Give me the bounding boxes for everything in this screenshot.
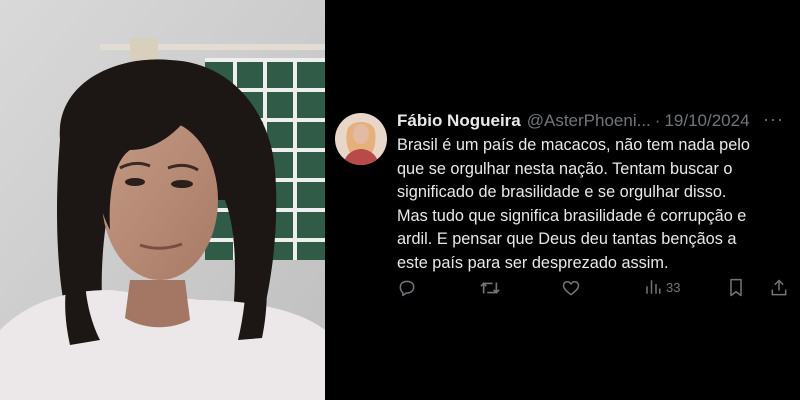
tweet-text-line: Brasil é um país de macacos, não tem nad… bbox=[397, 136, 750, 154]
views-icon bbox=[646, 280, 661, 294]
retweet-button[interactable] bbox=[479, 278, 501, 298]
share-button[interactable] bbox=[769, 278, 789, 298]
more-options-icon[interactable]: ··· bbox=[763, 110, 784, 128]
views-count: 33 bbox=[666, 279, 681, 295]
tweet-date[interactable]: 19/10/2024 bbox=[664, 111, 749, 131]
tweet-text-line: Mas tudo que significa brasilidade é cor… bbox=[397, 206, 747, 225]
author-display-name[interactable]: Fábio Nogueira bbox=[397, 111, 521, 131]
bookmark-icon bbox=[730, 278, 742, 297]
tweet-text-line: que se orgulhar nesta nação. Tentam busc… bbox=[397, 159, 733, 178]
views-button[interactable]: 33 bbox=[644, 278, 680, 296]
tweet-header: Fábio Nogueira @AsterPhoeni... · 19/10/2… bbox=[397, 108, 792, 134]
like-icon bbox=[562, 281, 580, 296]
tweet-text-line: este país para ser desprezado assim. bbox=[397, 253, 669, 272]
author-handle[interactable]: @AsterPhoeni... bbox=[527, 111, 651, 131]
tweet-text: Brasil é um país de macacos, não tem nad… bbox=[397, 134, 792, 276]
bookmark-button[interactable] bbox=[727, 278, 745, 298]
tweet-text-line: significado de brasilidade e se orgulhar… bbox=[397, 183, 727, 202]
like-button[interactable] bbox=[561, 278, 581, 298]
tweet-text-line: ardil. E pensar que Deus deu tantas benç… bbox=[397, 230, 737, 249]
retweet-icon bbox=[480, 282, 500, 294]
reply-icon bbox=[399, 280, 415, 297]
share-icon bbox=[771, 279, 787, 296]
reply-button[interactable] bbox=[397, 278, 417, 298]
profile-photo bbox=[0, 0, 325, 400]
tweet-author-avatar[interactable] bbox=[335, 113, 387, 165]
tweet-action-bar: 33 bbox=[397, 278, 792, 300]
header-separator: · bbox=[654, 111, 661, 130]
tweet-card[interactable]: Fábio Nogueira @AsterPhoeni... · 19/10/2… bbox=[325, 0, 800, 400]
